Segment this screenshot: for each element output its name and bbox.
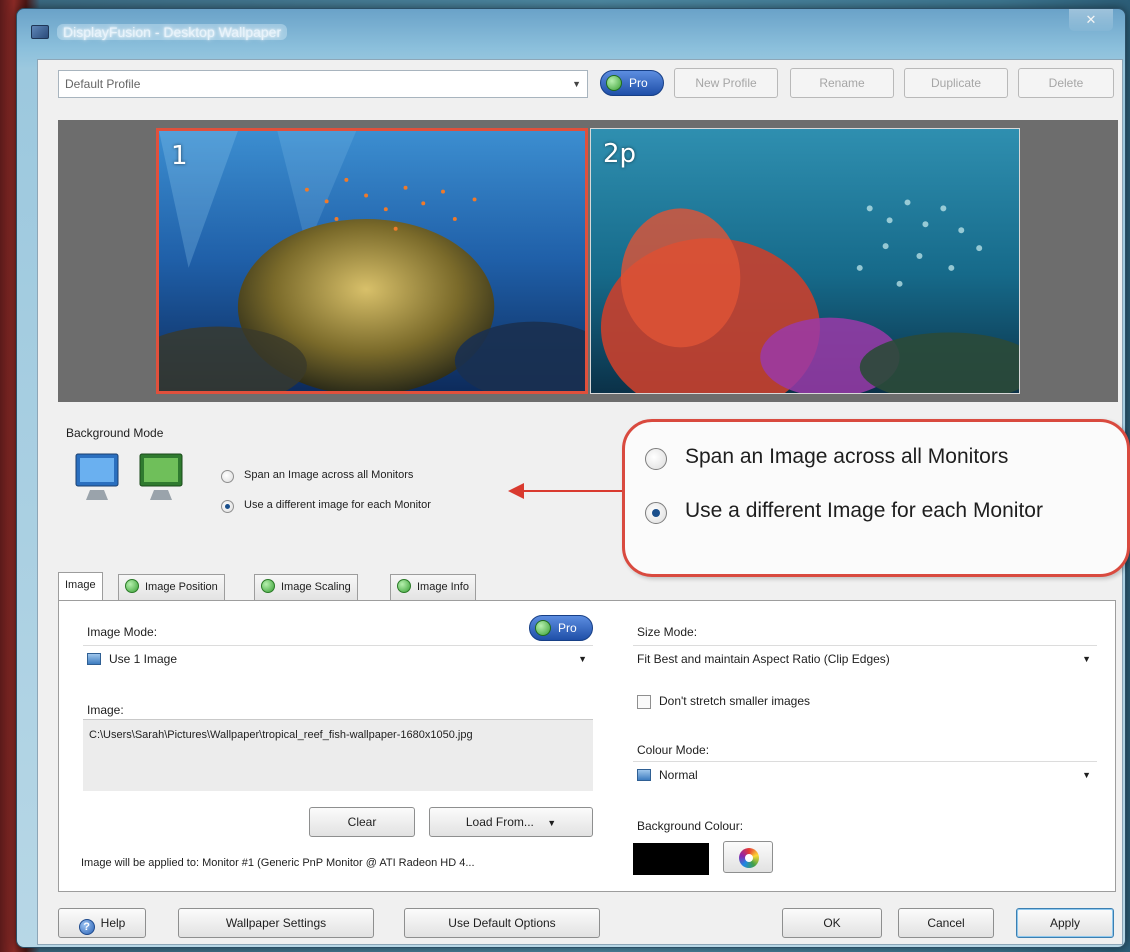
image-mode-label: Image Mode: bbox=[87, 625, 158, 639]
pro-label: Pro bbox=[629, 76, 648, 90]
pro-label: Pro bbox=[558, 621, 577, 635]
monitor-preview: 1 2p bbox=[58, 120, 1118, 402]
delete-button[interactable]: Delete bbox=[1018, 68, 1114, 98]
tab-image-scaling[interactable]: Image Scaling bbox=[254, 574, 358, 600]
tab-image-scaling-label: Image Scaling bbox=[281, 581, 351, 593]
background-mode-label: Background Mode bbox=[66, 426, 164, 440]
pro-feature-icon bbox=[125, 579, 139, 593]
span-radio-label: Span an Image across all Monitors bbox=[244, 469, 414, 481]
app-window: DisplayFusion - Desktop Wallpaper ✕ Defa… bbox=[16, 8, 1130, 948]
wallpaper-settings-button[interactable]: Wallpaper Settings bbox=[178, 908, 374, 938]
dont-stretch-checkbox[interactable] bbox=[637, 695, 651, 709]
clear-button[interactable]: Clear bbox=[309, 807, 415, 837]
image-mode-icon bbox=[87, 653, 101, 665]
callout-span-radio bbox=[645, 448, 667, 470]
colour-mode-value: Normal bbox=[659, 768, 698, 782]
different-image-radio[interactable] bbox=[221, 500, 234, 513]
image-path-field[interactable]: C:\Users\Sarah\Pictures\Wallpaper\tropic… bbox=[83, 719, 593, 791]
chevron-down-icon: ▼ bbox=[578, 654, 587, 664]
image-label: Image: bbox=[87, 703, 124, 717]
dont-stretch-label: Don't stretch smaller images bbox=[659, 694, 811, 708]
dialog-client: Default Profile ▼ Pro New Profile Rename… bbox=[37, 59, 1130, 945]
pro-feature-icon bbox=[261, 579, 275, 593]
callout-different-radio bbox=[645, 502, 667, 524]
pro-feature-icon bbox=[397, 579, 411, 593]
background-colour-label: Background Colour: bbox=[637, 819, 744, 833]
pro-badge[interactable]: Pro bbox=[600, 70, 664, 96]
chevron-down-icon: ▼ bbox=[1082, 770, 1091, 780]
image-mode-dropdown[interactable]: Use 1 Image ▼ bbox=[83, 645, 593, 671]
background-colour-swatch[interactable] bbox=[633, 843, 709, 875]
close-button[interactable]: ✕ bbox=[1069, 9, 1113, 31]
monitor-1-preview[interactable]: 1 bbox=[156, 128, 588, 394]
new-profile-button[interactable]: New Profile bbox=[674, 68, 778, 98]
different-image-radio-label: Use a different image for each Monitor bbox=[244, 499, 431, 511]
callout-arrow-line bbox=[511, 490, 623, 492]
colour-mode-label: Colour Mode: bbox=[637, 743, 710, 757]
image-mode-pro-badge[interactable]: Pro bbox=[529, 615, 593, 641]
colour-mode-icon bbox=[637, 769, 651, 781]
arrow-left-icon bbox=[508, 483, 524, 499]
chevron-down-icon: ▼ bbox=[1082, 654, 1091, 664]
monitor-1-label: 1 bbox=[171, 141, 188, 171]
reef-wallpaper-image bbox=[159, 131, 585, 391]
load-from-button[interactable]: Load From... ▼ bbox=[429, 807, 593, 837]
tab-image-info[interactable]: Image Info bbox=[390, 574, 476, 600]
span-radio[interactable] bbox=[221, 470, 234, 483]
tab-image-info-label: Image Info bbox=[417, 581, 469, 593]
monitor-2-label: 2p bbox=[603, 139, 637, 169]
tab-image-position-label: Image Position bbox=[145, 581, 218, 593]
monitor-2-preview[interactable]: 2p bbox=[590, 128, 1020, 394]
image-mode-value: Use 1 Image bbox=[109, 652, 178, 666]
colour-mode-dropdown[interactable]: Normal ▼ bbox=[633, 761, 1097, 787]
ok-button[interactable]: OK bbox=[782, 908, 882, 938]
help-button[interactable]: ? Help bbox=[58, 908, 146, 938]
chevron-down-icon: ▼ bbox=[547, 818, 557, 828]
help-label: Help bbox=[100, 916, 126, 930]
monitor-different-icon bbox=[139, 453, 183, 500]
callout-span-label: Span an Image across all Monitors bbox=[685, 445, 1009, 468]
color-wheel-icon bbox=[739, 848, 759, 868]
profile-dropdown[interactable]: Default Profile ▼ bbox=[58, 70, 588, 98]
applied-to-text: Image will be applied to: Monitor #1 (Ge… bbox=[81, 857, 475, 869]
zoom-callout: Span an Image across all Monitors Use a … bbox=[622, 419, 1130, 577]
app-icon bbox=[31, 25, 49, 39]
callout-different-label: Use a different Image for each Monitor bbox=[685, 499, 1043, 522]
chevron-down-icon: ▼ bbox=[572, 79, 581, 89]
use-default-options-button[interactable]: Use Default Options bbox=[404, 908, 600, 938]
profile-value: Default Profile bbox=[65, 77, 141, 91]
monitor-span-icon bbox=[75, 453, 119, 500]
pro-icon bbox=[606, 75, 622, 91]
window-title: DisplayFusion - Desktop Wallpaper bbox=[57, 24, 288, 40]
reef-wallpaper-image bbox=[591, 129, 1019, 393]
size-mode-label: Size Mode: bbox=[637, 625, 698, 639]
load-from-label: Load From... bbox=[465, 815, 534, 829]
size-mode-value: Fit Best and maintain Aspect Ratio (Clip… bbox=[637, 652, 890, 666]
rename-button[interactable]: Rename bbox=[790, 68, 894, 98]
cancel-button[interactable]: Cancel bbox=[898, 908, 994, 938]
help-icon: ? bbox=[78, 919, 95, 935]
apply-button[interactable]: Apply bbox=[1016, 908, 1114, 938]
title-bar[interactable]: DisplayFusion - Desktop Wallpaper ✕ bbox=[17, 9, 1125, 55]
duplicate-button[interactable]: Duplicate bbox=[904, 68, 1008, 98]
pro-icon bbox=[535, 620, 551, 636]
colour-picker-button[interactable] bbox=[723, 841, 773, 873]
tab-image-position[interactable]: Image Position bbox=[118, 574, 225, 600]
size-mode-dropdown[interactable]: Fit Best and maintain Aspect Ratio (Clip… bbox=[633, 645, 1097, 671]
tab-image[interactable]: Image bbox=[58, 572, 103, 600]
tab-panel-image: Image Mode: Pro Use 1 Image ▼ Image: C:\… bbox=[58, 600, 1116, 892]
